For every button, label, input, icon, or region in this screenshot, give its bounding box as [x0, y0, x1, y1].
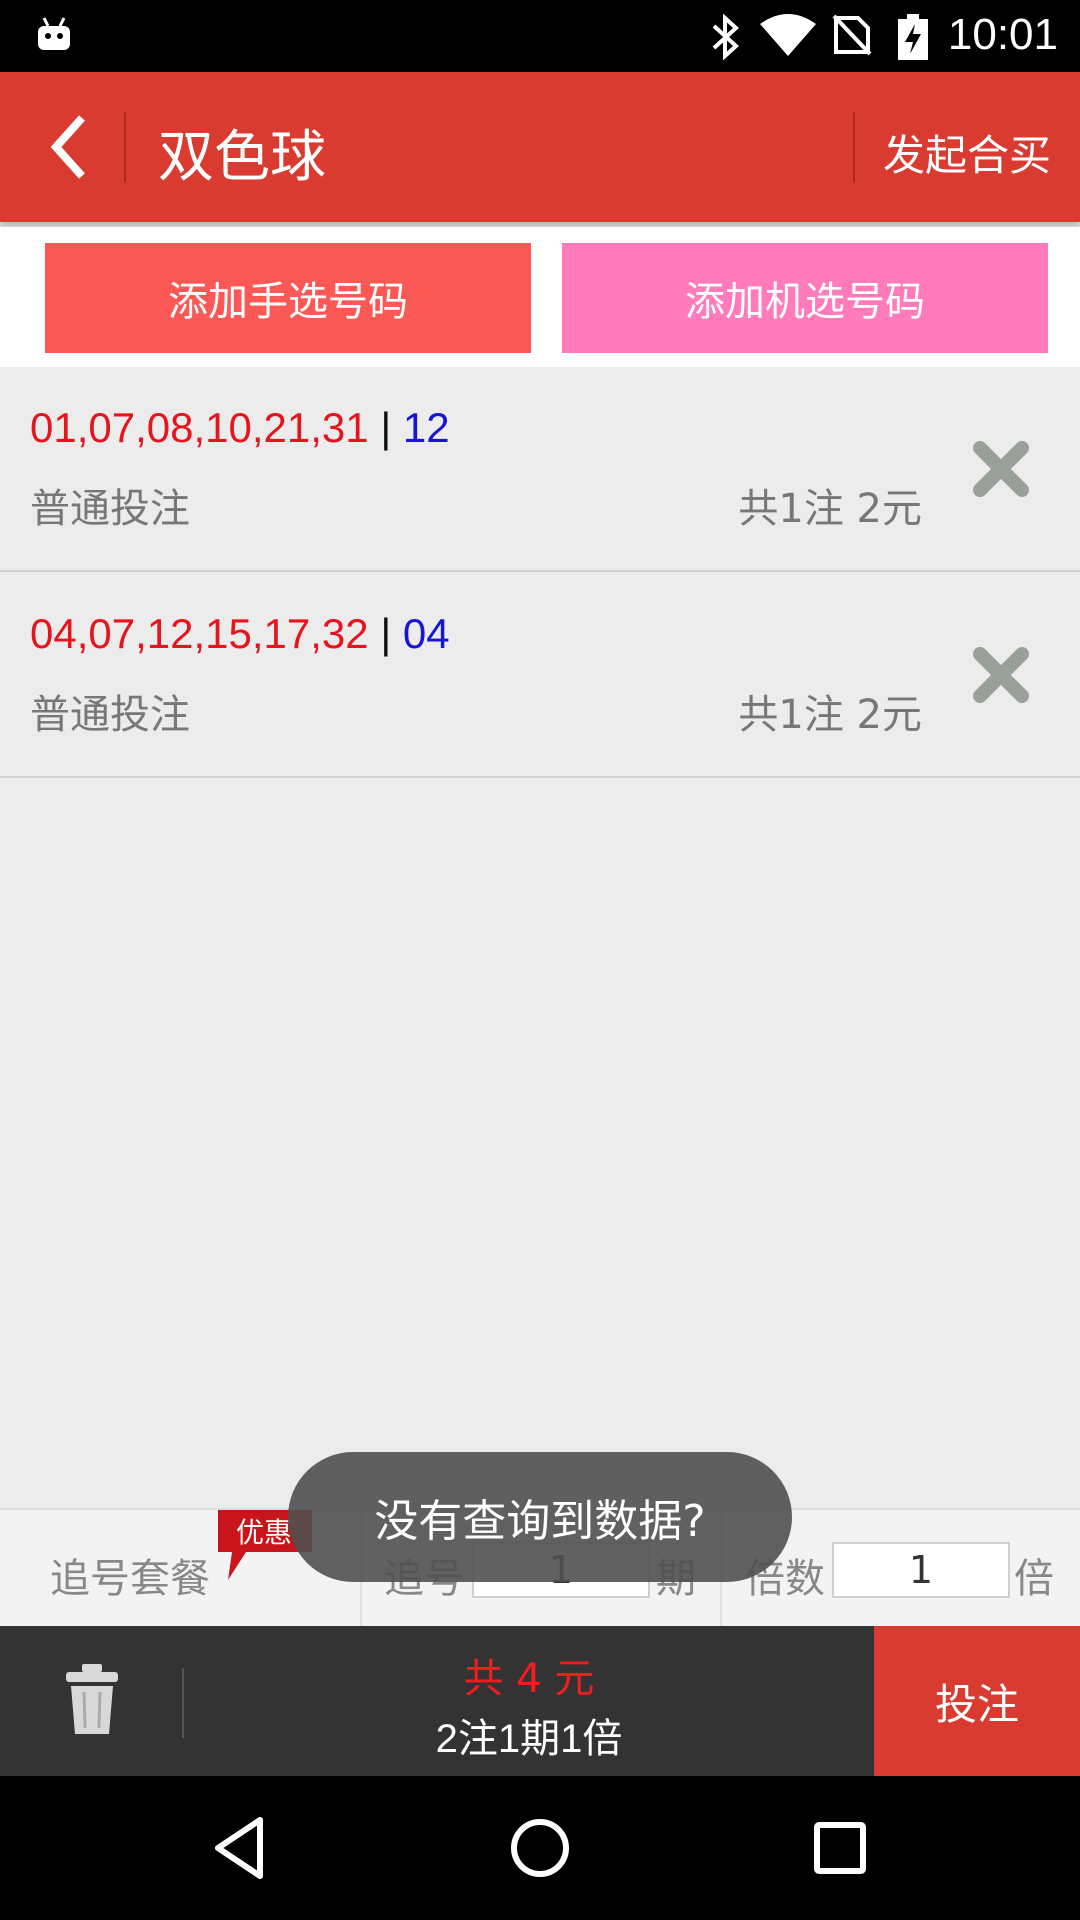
- recents-icon[interactable]: [804, 1812, 876, 1884]
- blue-ball-number: 04: [402, 610, 450, 657]
- trash-icon[interactable]: [66, 1664, 118, 1736]
- android-icon: [38, 17, 70, 50]
- promo-badge-label: 优惠: [236, 1516, 292, 1549]
- bet-detail: 2注1期1倍: [435, 1717, 623, 1761]
- bet-numbers: 04,07,12,15,17,32 | 04: [30, 610, 450, 658]
- number-separator: |: [380, 610, 392, 657]
- bet-list-item[interactable]: 04,07,12,15,17,32 | 04 普通投注 共1注 2元: [0, 574, 1080, 778]
- bet-list-item[interactable]: 01,07,08,10,21,31 | 12 普通投注 共1注 2元: [0, 368, 1080, 572]
- bet-numbers: 01,07,08,10,21,31 | 12: [30, 404, 450, 452]
- add-random-numbers-button[interactable]: 添加机选号码: [562, 243, 1048, 353]
- add-manual-numbers-button[interactable]: 添加手选号码: [45, 243, 531, 353]
- start-group-buy-button[interactable]: 发起合买: [883, 122, 1051, 183]
- clock: 10:01: [947, 10, 1058, 59]
- home-icon[interactable]: [504, 1812, 576, 1884]
- bet-summary: 共1注 2元: [738, 692, 922, 738]
- status-bar: 10:01: [0, 0, 1080, 72]
- toast-message: 没有查询到数据?: [288, 1452, 792, 1582]
- total-amount: 共 4 元: [463, 1656, 595, 1702]
- wifi-icon: [760, 14, 816, 56]
- add-number-strip: 添加手选号码 添加机选号码: [0, 227, 1080, 367]
- multiple-unit: 倍: [1014, 1556, 1054, 1602]
- bet-type: 普通投注: [30, 692, 190, 738]
- number-separator: |: [380, 404, 392, 451]
- blue-ball-number: 12: [402, 404, 450, 451]
- page-title: 双色球: [158, 125, 326, 190]
- chase-package-button[interactable]: 追号套餐: [50, 1546, 210, 1604]
- multiple-input[interactable]: 1: [832, 1542, 1010, 1598]
- chevron-left-icon[interactable]: [40, 110, 110, 184]
- header-divider: [124, 112, 126, 182]
- back-icon[interactable]: [204, 1812, 276, 1884]
- app-header: 双色球 发起合买: [0, 72, 1080, 222]
- submit-bet-button[interactable]: 投注: [874, 1626, 1080, 1776]
- header-divider: [853, 112, 855, 182]
- no-sim-icon: [832, 14, 872, 56]
- action-bar: 共 4 元 2注1期1倍 投注: [0, 1626, 1080, 1776]
- system-nav-bar: [0, 1776, 1080, 1920]
- battery-charging-icon: [898, 14, 928, 60]
- delete-icon[interactable]: [970, 644, 1032, 706]
- bluetooth-icon: [712, 14, 739, 60]
- bet-type: 普通投注: [30, 486, 190, 532]
- bet-summary: 共1注 2元: [738, 486, 922, 532]
- red-ball-numbers: 04,07,12,15,17,32: [30, 610, 369, 657]
- red-ball-numbers: 01,07,08,10,21,31: [30, 404, 369, 451]
- delete-icon[interactable]: [970, 438, 1032, 500]
